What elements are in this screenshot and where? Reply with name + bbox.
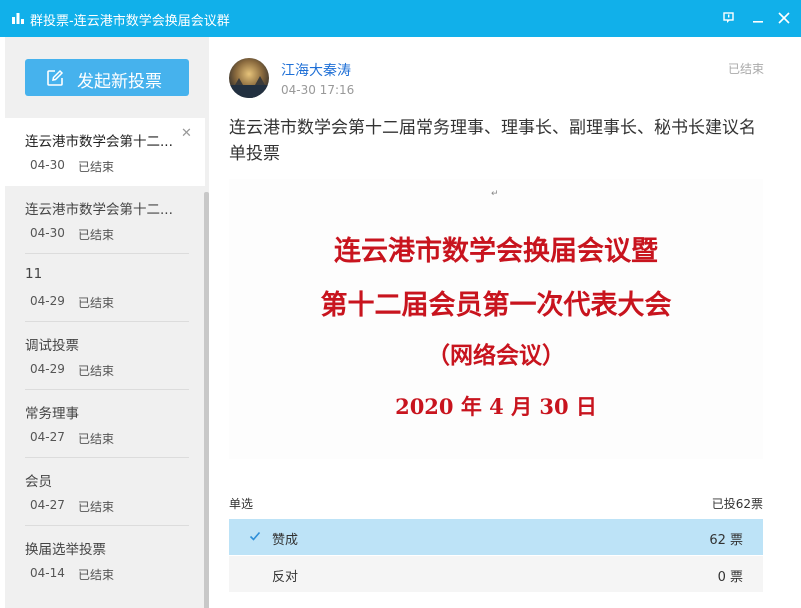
feedback-icon[interactable]	[720, 9, 738, 27]
close-button[interactable]	[775, 9, 793, 27]
option-label: 反对	[272, 570, 299, 585]
vote-item-date: 04-27	[30, 498, 65, 512]
title-bar: 群投票-连云港市数学会换届会议群	[0, 0, 801, 37]
vote-list-item[interactable]: 连云港市数学会第十二... ✕ 04-30 已结束	[5, 118, 205, 186]
vote-list-item[interactable]: 常务理事 04-27 已结束	[5, 390, 205, 458]
vote-item-title: 换届选举投票	[25, 542, 106, 558]
edit-icon	[47, 69, 64, 86]
vote-item-title: 11	[25, 266, 43, 282]
close-icon[interactable]: ✕	[181, 126, 193, 141]
avatar[interactable]	[229, 58, 269, 98]
vote-item-title: 常务理事	[25, 406, 79, 422]
vote-item-date: 04-27	[30, 430, 65, 444]
vote-sidebar: 发起新投票 连云港市数学会第十二... ✕ 04-30 已结束 连云港市数学会第…	[5, 37, 209, 608]
banner-line: 2020 年 4 月 30 日	[395, 394, 597, 419]
option-label: 赞成	[272, 533, 299, 548]
vote-list-item[interactable]: 11 04-29 已结束	[5, 254, 205, 322]
vote-item-status: 已结束	[78, 568, 115, 582]
banner-line: 连云港市数学会换届会议暨	[334, 236, 658, 267]
new-vote-label: 发起新投票	[77, 72, 162, 92]
window-title: 群投票-连云港市数学会换届会议群	[30, 14, 230, 29]
option-votes: 62 票	[709, 533, 743, 548]
vote-item-title: 连云港市数学会第十二...	[25, 134, 173, 150]
vote-item-title: 会员	[25, 474, 52, 490]
status-badge: 已结束	[727, 62, 764, 76]
vote-item-status: 已结束	[78, 432, 115, 446]
vote-total: 已投62票	[711, 497, 763, 511]
vote-list-item[interactable]: 换届选举投票 04-14 已结束	[5, 526, 205, 594]
vote-item-status: 已结束	[78, 228, 115, 242]
meeting-banner-image: ↵ 连云港市数学会换届会议暨 第十二届会员第一次代表大会 （网络会议） 2020…	[229, 179, 763, 459]
option-votes: 0 票	[717, 570, 743, 585]
vote-list-item[interactable]: 调试投票 04-29 已结束	[5, 322, 205, 390]
vote-item-title: 调试投票	[25, 338, 79, 354]
banner-line: 第十二届会员第一次代表大会	[320, 290, 672, 321]
vote-item-date: 04-14	[30, 566, 65, 580]
new-vote-button[interactable]: 发起新投票	[25, 59, 189, 96]
return-mark-icon: ↵	[491, 189, 499, 199]
vote-item-date: 04-30	[30, 226, 65, 240]
vote-chart-icon	[12, 13, 24, 24]
vote-item-status: 已结束	[78, 364, 115, 378]
vote-item-date: 04-29	[30, 294, 65, 308]
options-header: 单选 已投62票	[229, 495, 763, 511]
post-time: 04-30 17:16	[281, 83, 355, 97]
vote-item-status: 已结束	[78, 500, 115, 514]
vote-list: 连云港市数学会第十二... ✕ 04-30 已结束 连云港市数学会第十二... …	[5, 118, 205, 594]
minimize-button[interactable]	[749, 9, 767, 27]
author-name[interactable]: 江海大秦涛	[281, 60, 351, 80]
option-type: 单选	[229, 497, 254, 511]
checkmark-icon	[249, 531, 261, 541]
vote-option[interactable]: 反对 0 票	[229, 556, 763, 592]
vote-item-date: 04-30	[30, 158, 65, 172]
vote-option[interactable]: 赞成 62 票	[229, 519, 763, 555]
vote-item-status: 已结束	[78, 296, 115, 310]
vote-item-date: 04-29	[30, 362, 65, 376]
vote-list-item[interactable]: 会员 04-27 已结束	[5, 458, 205, 526]
vote-detail-panel: 江海大秦涛 04-30 17:16 已结束 连云港市数学会第十二届常务理事、理事…	[209, 37, 801, 608]
vote-list-item[interactable]: 连云港市数学会第十二... 04-30 已结束	[5, 186, 205, 254]
vote-item-title: 连云港市数学会第十二...	[25, 202, 173, 218]
banner-line: （网络会议）	[427, 342, 565, 369]
vote-title: 连云港市数学会第十二届常务理事、理事长、副理事长、秘书长建议名单投票	[229, 118, 756, 164]
vote-item-status: 已结束	[78, 160, 115, 174]
